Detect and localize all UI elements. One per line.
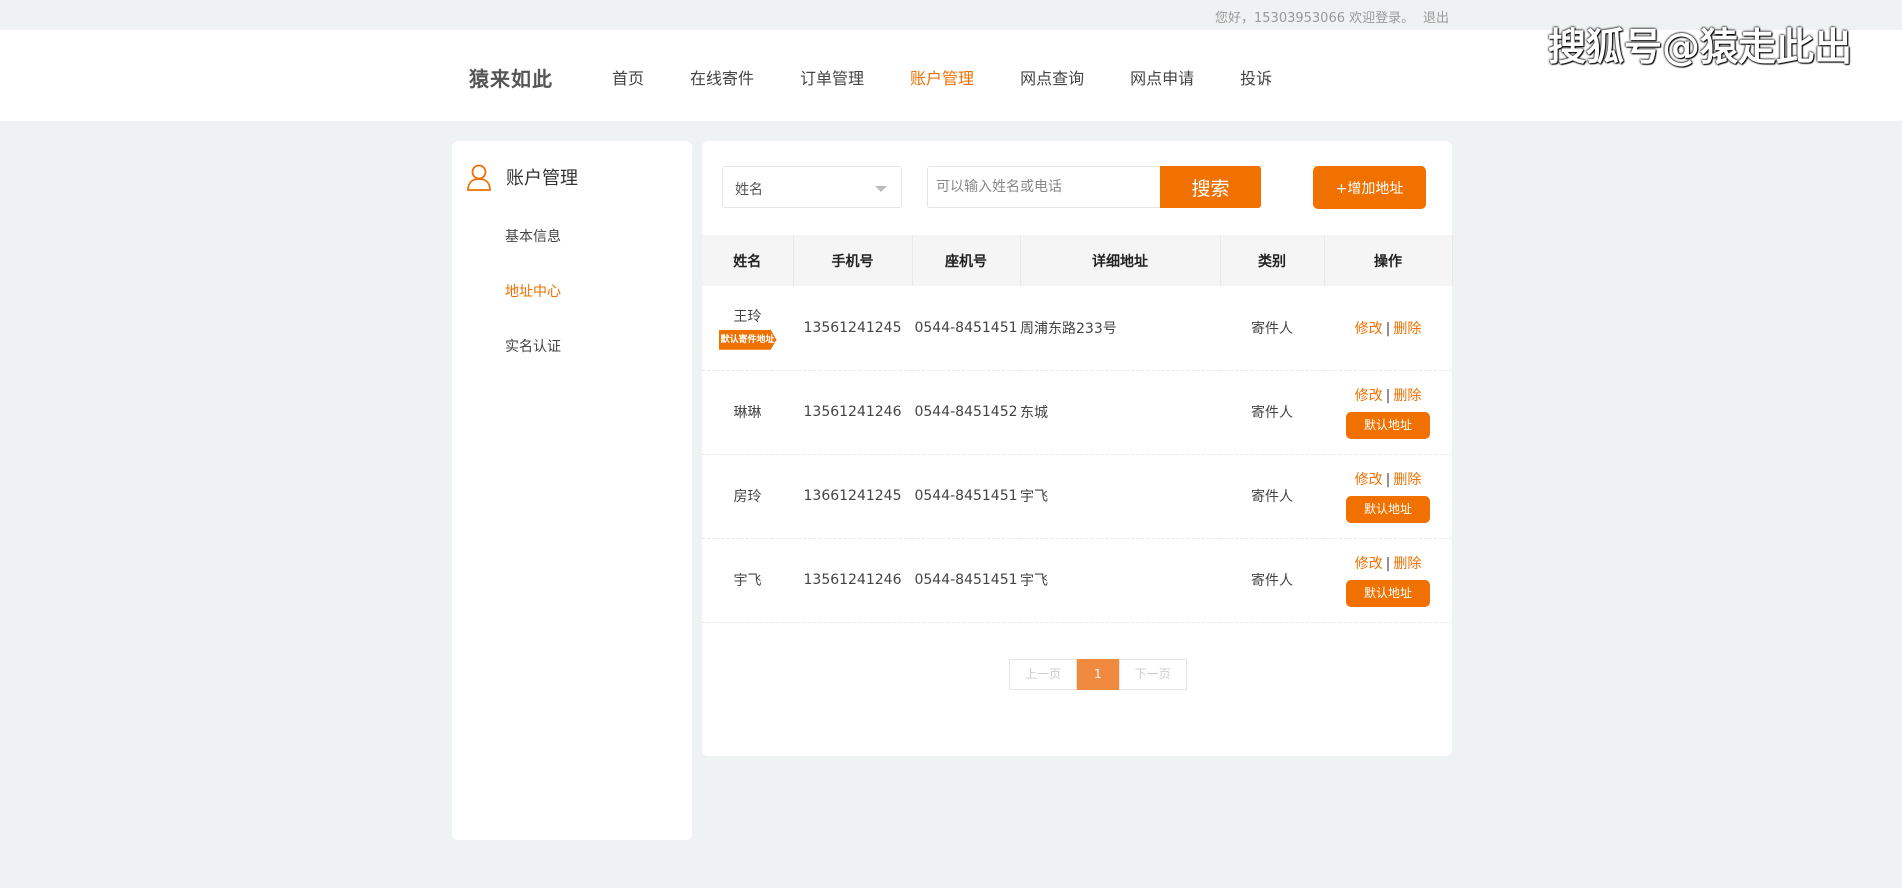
column-header-actions: 操作 [1324,235,1453,286]
default-sender-badge: 默认寄件地址 [718,329,777,350]
cell-actions: 修改 | 删除 [1324,286,1452,371]
sidebar-item-address-center[interactable]: 地址中心 [505,281,561,301]
table-row: 宇飞 13561241246 0544-8451451 宇飞 寄件人 修改 | 删除… [702,538,1452,623]
sidebar-item-real-name-auth[interactable]: 实名认证 [505,336,561,356]
search-field-select[interactable]: 姓名 [722,166,902,208]
sidebar-item-basic-info[interactable]: 基本信息 [505,226,561,246]
cell-landline: 0544-8451452 [912,370,1020,455]
delete-link[interactable]: 删除 [1393,472,1421,488]
sidebar: 账户管理 基本信息 地址中心 实名认证 [452,141,692,840]
search-input[interactable] [927,166,1162,208]
delete-link[interactable]: 删除 [1393,388,1421,404]
cell-landline: 0544-8451451 [912,286,1020,371]
nav-item-home[interactable]: 首页 [612,65,644,89]
prev-page-button[interactable]: 上一页 [1009,659,1078,690]
set-default-address-button[interactable]: 默认地址 [1346,496,1430,523]
cell-name: 房玲 [702,454,793,539]
cell-mobile: 13561241246 [793,370,912,455]
cell-address: 宇飞 [1020,538,1220,623]
contact-name: 王玲 [733,308,762,325]
cell-actions: 修改 | 删除 默认地址 [1324,538,1452,623]
cell-category: 寄件人 [1220,370,1324,455]
column-header-category: 类别 [1220,235,1325,286]
cell-landline: 0544-8451451 [912,538,1020,623]
cell-name: 宇飞 [702,538,793,623]
add-address-button[interactable]: +增加地址 [1313,166,1426,209]
cell-landline: 0544-8451451 [912,454,1020,539]
action-separator: | [1385,472,1391,488]
table-row: 房玲 13661241245 0544-8451451 宇飞 寄件人 修改 | 删除… [702,454,1452,539]
cell-category: 寄件人 [1220,286,1324,371]
nav-item-online-shipping[interactable]: 在线寄件 [690,65,754,89]
edit-link[interactable]: 修改 [1355,321,1383,337]
table-row: 琳琳 13561241246 0544-8451452 东城 寄件人 修改 | 删除… [702,370,1452,455]
delete-link[interactable]: 删除 [1393,321,1421,337]
cell-actions: 修改 | 删除 默认地址 [1324,370,1452,455]
delete-link[interactable]: 删除 [1393,556,1421,572]
column-header-mobile: 手机号 [793,235,913,286]
nav-item-account-management[interactable]: 账户管理 [910,65,974,89]
main-nav: 首页 在线寄件 订单管理 账户管理 网点查询 网点申请 投诉 [612,65,1318,89]
edit-link[interactable]: 修改 [1355,388,1383,404]
logout-link[interactable]: 退出 [1423,7,1449,26]
cell-name: 琳琳 [702,370,793,455]
address-table: 姓名 手机号 座机号 详细地址 类别 操作 王玲 默认寄件地址 13561241… [702,235,1453,623]
cell-mobile: 13661241245 [793,454,912,539]
nav-item-outlet-application[interactable]: 网点申请 [1130,65,1194,89]
search-button[interactable]: 搜索 [1160,166,1261,208]
cell-address: 东城 [1020,370,1220,455]
address-panel: 姓名 搜索 +增加地址 姓名 手机号 座机号 详细地址 类别 操作 王玲 [702,141,1453,756]
cell-address: 周浦东路233号 [1020,286,1220,371]
action-separator: | [1385,556,1391,572]
cell-mobile: 13561241245 [793,286,912,371]
table-header-row: 姓名 手机号 座机号 详细地址 类别 操作 [702,235,1453,286]
column-header-landline: 座机号 [912,235,1021,286]
edit-link[interactable]: 修改 [1355,556,1383,572]
cell-address: 宇飞 [1020,454,1220,539]
sidebar-title: 账户管理 [466,163,578,191]
sidebar-title-label: 账户管理 [506,168,578,189]
nav-item-order-management[interactable]: 订单管理 [800,65,864,89]
column-header-name: 姓名 [702,235,794,286]
search-field-select-value: 姓名 [735,182,763,198]
pagination: 上一页 1 下一页 [1009,659,1187,690]
cell-actions: 修改 | 删除 默认地址 [1324,454,1452,539]
cell-category: 寄件人 [1220,538,1324,623]
set-default-address-button[interactable]: 默认地址 [1346,412,1430,439]
user-greeting: 您好，15303953066 欢迎登录。 [1215,11,1415,26]
table-row: 王玲 默认寄件地址 13561241245 0544-8451451 周浦东路2… [702,286,1452,371]
edit-link[interactable]: 修改 [1355,472,1383,488]
cell-category: 寄件人 [1220,454,1324,539]
nav-item-outlet-search[interactable]: 网点查询 [1020,65,1084,89]
action-separator: | [1385,320,1391,337]
column-header-address: 详细地址 [1020,235,1221,286]
cell-mobile: 13561241246 [793,538,912,623]
next-page-button[interactable]: 下一页 [1118,659,1187,690]
watermark: 搜狐号@猿走此出 [1548,25,1853,69]
set-default-address-button[interactable]: 默认地址 [1346,580,1430,607]
action-separator: | [1385,388,1391,404]
page-number-current[interactable]: 1 [1077,659,1119,690]
nav-item-complaint[interactable]: 投诉 [1240,65,1272,89]
chevron-down-icon [875,186,887,192]
user-icon [467,164,491,191]
site-logo[interactable]: 猿来如此 [469,63,553,92]
cell-name: 王玲 默认寄件地址 [702,286,793,371]
